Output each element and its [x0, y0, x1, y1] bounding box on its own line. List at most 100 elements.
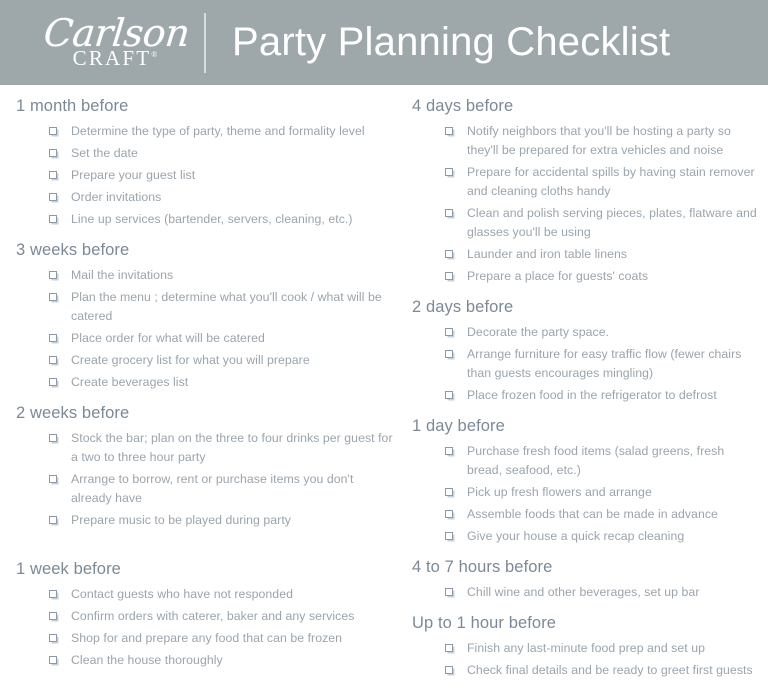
checklist-item-label: Confirm orders with caterer, baker and a… — [71, 609, 355, 623]
checklist-item[interactable]: Clean the house thoroughly — [16, 651, 394, 670]
section-heading: 2 days before — [412, 298, 514, 316]
checklist-item[interactable]: Purchase fresh food items (salad greens,… — [412, 442, 762, 480]
checklist-item[interactable]: Pick up fresh flowers and arrange — [412, 483, 762, 502]
checkbox-icon[interactable] — [49, 590, 57, 598]
checklist-item-label: Prepare your guest list — [71, 168, 196, 182]
checklist-item-label: Mail the invitations — [71, 268, 174, 282]
checklist-item[interactable]: Place order for what will be catered — [16, 329, 394, 348]
checkbox-icon[interactable] — [445, 644, 453, 652]
checklist-item[interactable]: Place frozen food in the refrigerator to… — [412, 386, 762, 405]
checklist-item[interactable]: Create beverages list — [16, 373, 394, 392]
checklist-items: Notify neighbors that you'll be hosting … — [412, 122, 762, 286]
checklist-item[interactable]: Give your house a quick recap cleaning — [412, 527, 762, 546]
checkbox-icon[interactable] — [49, 656, 57, 664]
checklist-item[interactable]: Launder and iron table linens — [412, 245, 762, 264]
checklist-item[interactable]: Notify neighbors that you'll be hosting … — [412, 122, 762, 160]
section-heading: 2 weeks before — [16, 404, 130, 422]
checklist-item-label: Arrange furniture for easy traffic flow … — [467, 347, 742, 380]
checkbox-icon[interactable] — [49, 215, 57, 223]
checkbox-icon[interactable] — [445, 447, 453, 455]
checklist-item[interactable]: Confirm orders with caterer, baker and a… — [16, 607, 394, 626]
checkbox-icon[interactable] — [49, 193, 57, 201]
checklist-item[interactable]: Clean and polish serving pieces, plates,… — [412, 204, 762, 242]
checklist-item-label: Pick up fresh flowers and arrange — [467, 485, 652, 499]
checklist-section: 2 days before Decorate the party space. Ar… — [412, 298, 762, 405]
checklist-item[interactable]: Assemble foods that can be made in advan… — [412, 505, 762, 524]
checklist-item[interactable]: Prepare music to be played during party — [16, 511, 394, 530]
checklist-item[interactable]: Arrange furniture for easy traffic flow … — [412, 345, 762, 383]
checkbox-icon[interactable] — [445, 666, 453, 674]
checklist-item[interactable]: Prepare a place for guests' coats — [412, 267, 762, 286]
checklist-item-label: Order invitations — [71, 190, 162, 204]
section-heading: 1 week before — [16, 560, 121, 578]
checkbox-icon[interactable] — [49, 634, 57, 642]
checklist-item[interactable]: Decorate the party space. — [412, 323, 762, 342]
checklist-item-label: Create beverages list — [71, 375, 189, 389]
checklist-item[interactable]: Create grocery list for what you will pr… — [16, 351, 394, 370]
checklist-items: Purchase fresh food items (salad greens,… — [412, 442, 762, 546]
checklist-item[interactable]: Plan the menu ; determine what you'll co… — [16, 288, 394, 326]
section-heading: 3 weeks before — [16, 241, 130, 259]
checkbox-icon[interactable] — [445, 168, 453, 176]
checkbox-icon[interactable] — [445, 588, 453, 596]
checklist-item[interactable]: Shop for and prepare any food that can b… — [16, 629, 394, 648]
checklist-item-label: Notify neighbors that you'll be hosting … — [467, 124, 731, 157]
checklist-section: 4 days before Notify neighbors that you'l… — [412, 97, 762, 286]
checklist-item-label: Finish any last-minute food prep and set… — [467, 641, 705, 655]
checklist-item-label: Give your house a quick recap cleaning — [467, 529, 685, 543]
checklist-item-label: Prepare music to be played during party — [71, 513, 291, 527]
checklist-item-label: Create grocery list for what you will pr… — [71, 353, 310, 367]
checklist-item-label: Clean the house thoroughly — [71, 653, 223, 667]
checkbox-icon[interactable] — [445, 532, 453, 540]
checklist-item-label: Assemble foods that can be made in advan… — [467, 507, 718, 521]
checklist-item[interactable]: Chill wine and other beverages, set up b… — [412, 583, 762, 602]
checkbox-icon[interactable] — [49, 171, 57, 179]
checklist-item[interactable]: Line up services (bartender, servers, cl… — [16, 210, 394, 229]
checklist-item-label: Set the date — [71, 146, 138, 160]
checklist-item[interactable]: Set the date — [16, 144, 394, 163]
checklist-item[interactable]: Contact guests who have not responded — [16, 585, 394, 604]
checklist-section: 4 to 7 hours before Chill wine and other … — [412, 558, 762, 602]
checklist-item-label: Check final details and be ready to gree… — [467, 663, 753, 677]
carlson-craft-logo: Carlson CRAFT® — [42, 11, 192, 69]
checkbox-icon[interactable] — [49, 612, 57, 620]
checkbox-icon[interactable] — [49, 293, 57, 301]
checkbox-icon[interactable] — [445, 488, 453, 496]
checklist-item[interactable]: Order invitations — [16, 188, 394, 207]
checkbox-icon[interactable] — [49, 434, 57, 442]
checkbox-icon[interactable] — [445, 510, 453, 518]
checkbox-icon[interactable] — [445, 250, 453, 258]
checklist-item-label: Place frozen food in the refrigerator to… — [467, 388, 717, 402]
checklist-items: Contact guests who have not responded Con… — [16, 585, 394, 670]
checklist-item[interactable]: Arrange to borrow, rent or purchase item… — [16, 470, 394, 508]
checkbox-icon[interactable] — [49, 378, 57, 386]
checklist-left-column: 1 month before Determine the type of part… — [0, 97, 404, 692]
checklist-section: 1 week before Contact guests who have not… — [16, 560, 394, 670]
checklist-item[interactable]: Prepare for accidental spills by having … — [412, 163, 762, 201]
checklist-items: Decorate the party space. Arrange furnitu… — [412, 323, 762, 405]
checklist-item[interactable]: Prepare your guest list — [16, 166, 394, 185]
checkbox-icon[interactable] — [49, 271, 57, 279]
checkbox-icon[interactable] — [49, 149, 57, 157]
checkbox-icon[interactable] — [49, 516, 57, 524]
checkbox-icon[interactable] — [49, 334, 57, 342]
checklist-section: 1 month before Determine the type of part… — [16, 97, 394, 229]
checkbox-icon[interactable] — [445, 350, 453, 358]
checkbox-icon[interactable] — [445, 209, 453, 217]
checkbox-icon[interactable] — [49, 475, 57, 483]
checkbox-icon[interactable] — [49, 127, 57, 135]
header-divider — [204, 12, 206, 73]
checklist-items: Chill wine and other beverages, set up b… — [412, 583, 762, 602]
checklist-item[interactable]: Determine the type of party, theme and f… — [16, 122, 394, 141]
checkbox-icon[interactable] — [445, 328, 453, 336]
checkbox-icon[interactable] — [445, 391, 453, 399]
checkbox-icon[interactable] — [445, 127, 453, 135]
checklist-item[interactable]: Stock the bar; plan on the three to four… — [16, 429, 394, 467]
checklist-item[interactable]: Finish any last-minute food prep and set… — [412, 639, 762, 658]
checkbox-icon[interactable] — [49, 356, 57, 364]
checklist-item[interactable]: Check final details and be ready to gree… — [412, 661, 762, 680]
page-title: Party Planning Checklist — [232, 20, 671, 64]
checklist-item[interactable]: Mail the invitations — [16, 266, 394, 285]
checkbox-icon[interactable] — [445, 272, 453, 280]
section-heading: 4 days before — [412, 97, 514, 115]
